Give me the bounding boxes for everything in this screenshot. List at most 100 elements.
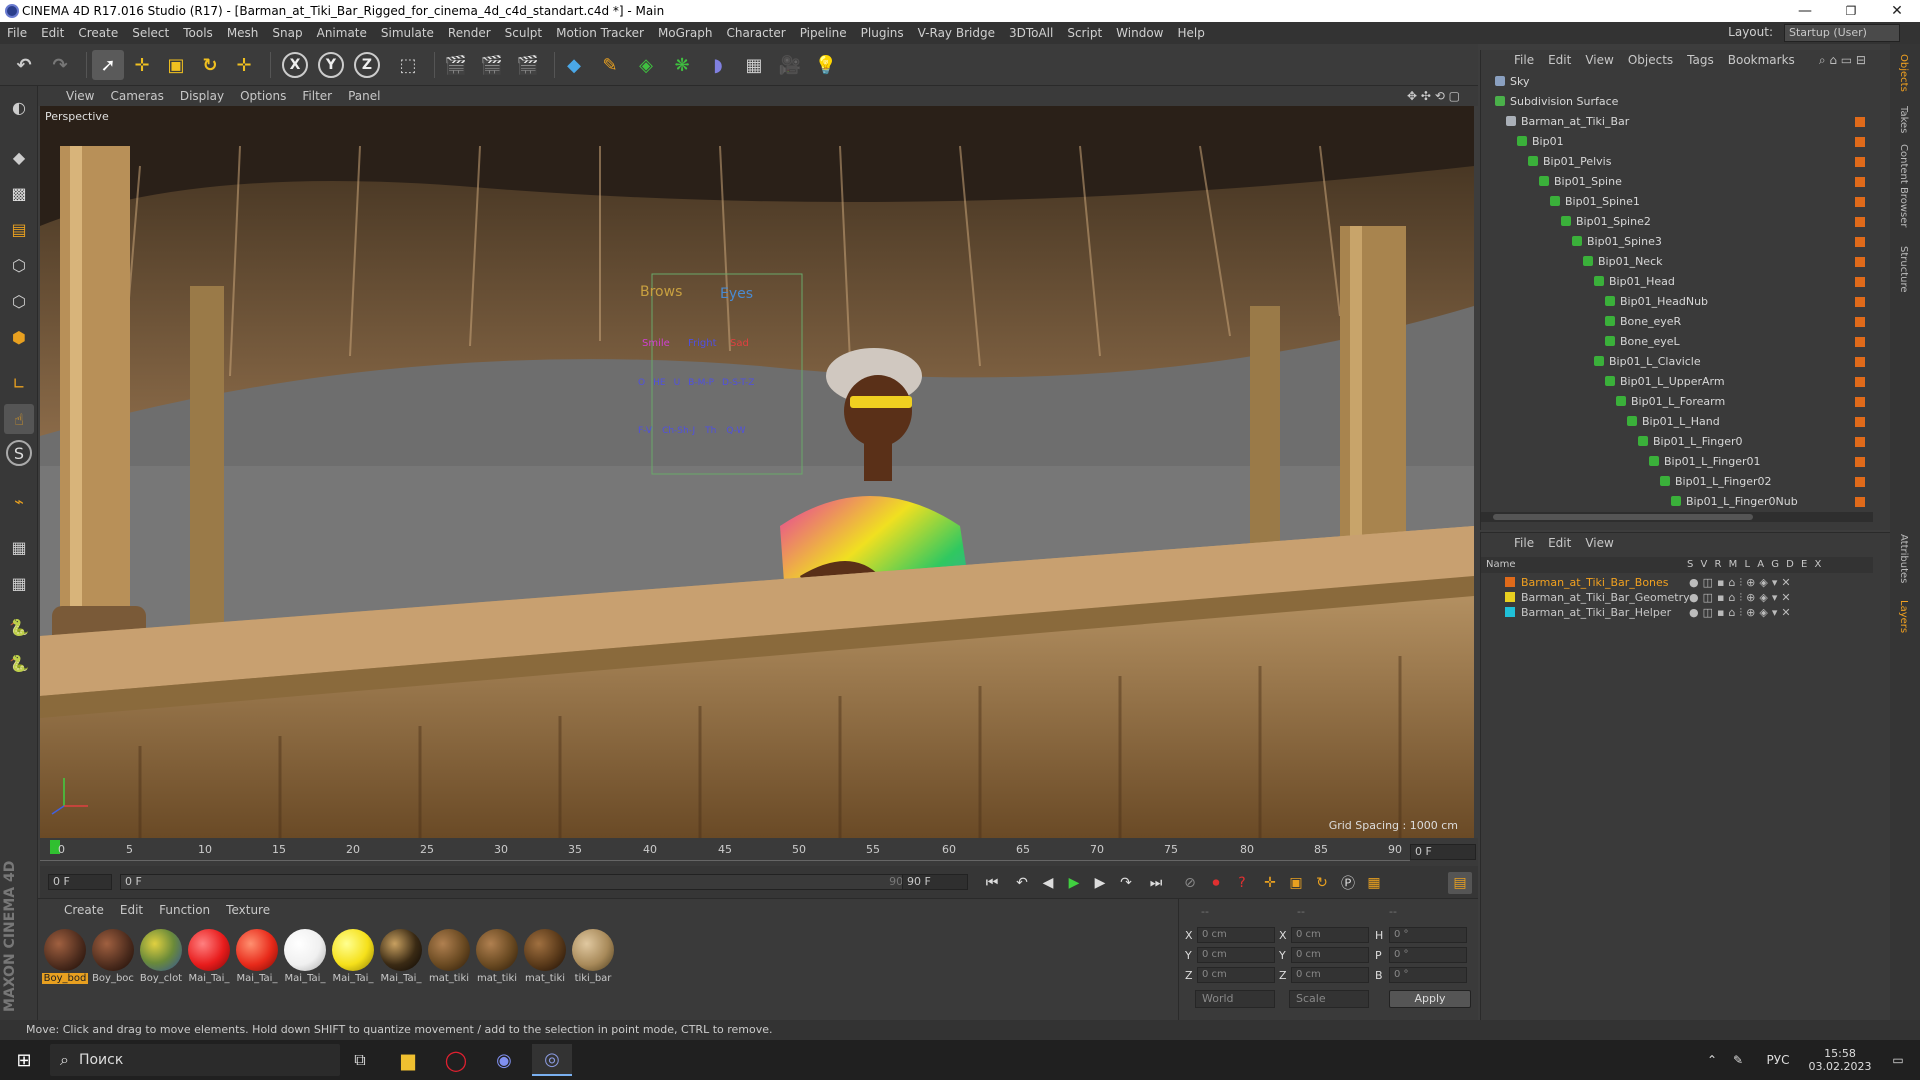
frame-range-slider[interactable]: 0 F 90 F — [120, 874, 920, 890]
object-tag-icon[interactable] — [1855, 257, 1865, 267]
opera-icon[interactable]: ◯ — [436, 1044, 476, 1076]
material-swatch[interactable]: Boy_boc — [90, 929, 136, 991]
layer-toggle-icons[interactable]: ●◫▪⌂⫶⊕◈▾✕ — [1689, 605, 1795, 620]
material-swatch[interactable]: tiki_bar — [570, 929, 616, 991]
key-scale-icon[interactable]: ▣ — [1284, 872, 1308, 894]
object-tag-icon[interactable] — [1855, 477, 1865, 487]
coord-position-y[interactable]: 0 cm — [1197, 947, 1275, 963]
object-tag-icon[interactable] — [1855, 397, 1865, 407]
layer-menu-edit[interactable]: Edit — [1541, 536, 1578, 550]
polygons-mode-icon[interactable]: ⬢ — [4, 322, 34, 352]
texture-mode-icon[interactable]: ▩ — [4, 178, 34, 208]
coordinate-system-icon[interactable]: ⬚ — [392, 50, 424, 80]
material-swatch[interactable]: Mai_Tai_ — [186, 929, 232, 991]
material-swatch[interactable]: Mai_Tai_ — [282, 929, 328, 991]
menu-file[interactable]: File — [0, 26, 34, 40]
key-rotation-icon[interactable]: ↻ — [1310, 872, 1334, 894]
timeline-ruler[interactable]: 0 5 10 15 20 25 30 35 40 45 50 55 60 65 … — [40, 838, 1478, 866]
light-icon[interactable]: 💡 — [810, 50, 842, 80]
object-row[interactable]: Sky — [1481, 72, 1873, 92]
end-frame-field[interactable]: 90 F — [902, 874, 968, 890]
viewport-menu-options[interactable]: Options — [232, 89, 294, 103]
autokey-icon[interactable]: ? — [1230, 872, 1254, 894]
object-row[interactable]: Bip01_Pelvis — [1481, 152, 1873, 172]
object-row[interactable]: Bip01_L_Finger0Nub — [1481, 492, 1873, 512]
live-selection-icon[interactable]: ➚ — [92, 50, 124, 80]
coord-size-y[interactable]: 0 cm — [1291, 947, 1369, 963]
menu-tools[interactable]: Tools — [176, 26, 220, 40]
viewport-menu-display[interactable]: Display — [172, 89, 232, 103]
render-picture-viewer-icon[interactable]: 🎬 — [476, 50, 508, 80]
object-tag-icon[interactable] — [1855, 377, 1865, 387]
object-row[interactable]: Bip01_L_Clavicle — [1481, 352, 1873, 372]
material-menu-texture[interactable]: Texture — [218, 903, 278, 917]
pen-spline-icon[interactable]: ✎ — [594, 50, 626, 80]
viewport-menu-filter[interactable]: Filter — [294, 89, 340, 103]
layer-row[interactable]: Barman_at_Tiki_Bar_Geometry ●◫▪⌂⫶⊕◈▾✕ — [1481, 590, 1873, 605]
points-mode-icon[interactable]: ⬡ — [4, 250, 34, 280]
edges-mode-icon[interactable]: ⬡ — [4, 286, 34, 316]
object-menu-file[interactable]: File — [1507, 53, 1541, 67]
object-row[interactable]: Bip01_Head — [1481, 272, 1873, 292]
record-icon[interactable]: ⏺ — [1204, 872, 1228, 894]
tab-structure[interactable]: Structure — [1898, 246, 1909, 293]
coord-position-x[interactable]: 0 cm — [1197, 927, 1275, 943]
coord-size-z[interactable]: 0 cm — [1291, 967, 1369, 983]
material-swatch[interactable]: Boy_bod — [42, 929, 88, 991]
object-row[interactable]: Bip01_Spine2 — [1481, 212, 1873, 232]
layer-menu-view[interactable]: View — [1578, 536, 1620, 550]
layer-toggle-icons[interactable]: ●◫▪⌂⫶⊕◈▾✕ — [1689, 575, 1795, 590]
cinema4d-taskbar-icon[interactable]: ◎ — [532, 1044, 572, 1076]
object-tag-icon[interactable] — [1855, 337, 1865, 347]
make-editable-icon[interactable]: ◐ — [4, 92, 34, 122]
menu-render[interactable]: Render — [441, 26, 498, 40]
layer-color-swatch[interactable] — [1505, 607, 1515, 617]
menu-motion-tracker[interactable]: Motion Tracker — [549, 26, 651, 40]
menu-animate[interactable]: Animate — [310, 26, 374, 40]
coord-mode-select[interactable]: World — [1195, 990, 1275, 1008]
model-mode-icon[interactable]: ◆ — [4, 142, 34, 172]
coord-position-z[interactable]: 0 cm — [1197, 967, 1275, 983]
move-icon[interactable]: ✛ — [126, 50, 158, 80]
key-pla-icon[interactable]: ▦ — [1362, 872, 1386, 894]
object-row[interactable]: Bip01_L_Finger01 — [1481, 452, 1873, 472]
pen-icon[interactable]: ✎ — [1726, 1044, 1750, 1076]
object-search-icon[interactable]: ⌕ ⌂ ▭ ⊟ — [1812, 53, 1873, 68]
goto-start-icon[interactable]: ⏮ — [980, 872, 1004, 894]
object-tag-icon[interactable] — [1855, 177, 1865, 187]
y-axis-lock-icon[interactable]: Y — [318, 52, 344, 78]
object-row[interactable]: Bip01_Spine3 — [1481, 232, 1873, 252]
z-axis-lock-icon[interactable]: Z — [354, 52, 380, 78]
file-explorer-icon[interactable]: ▆ — [388, 1044, 428, 1076]
render-view-icon[interactable]: 🎬 — [440, 50, 472, 80]
next-frame-icon[interactable]: ▶ — [1088, 872, 1112, 894]
material-swatch[interactable]: Mai_Tai_ — [330, 929, 376, 991]
coord-size-x[interactable]: 0 cm — [1291, 927, 1369, 943]
floor-icon[interactable]: ▦ — [738, 50, 770, 80]
object-row[interactable]: Bip01_L_Forearm — [1481, 392, 1873, 412]
subdivision-surface-icon[interactable]: ◈ — [630, 50, 662, 80]
object-tag-icon[interactable] — [1855, 137, 1865, 147]
layer-color-swatch[interactable] — [1505, 577, 1515, 587]
task-view-icon[interactable]: ⧉ — [340, 1044, 380, 1076]
layer-row[interactable]: Barman_at_Tiki_Bar_Helper ●◫▪⌂⫶⊕◈▾✕ — [1481, 605, 1873, 620]
workplane-icon[interactable]: ▤ — [4, 214, 34, 244]
object-row[interactable]: Bip01_L_Finger02 — [1481, 472, 1873, 492]
menu-plugins[interactable]: Plugins — [854, 26, 911, 40]
viewport-menu-view[interactable]: View — [38, 89, 102, 103]
workplane-lock-icon[interactable]: ▦ — [4, 532, 34, 562]
object-scrollbar[interactable] — [1481, 512, 1873, 522]
tweak-mode-icon[interactable]: ☝ — [4, 404, 34, 434]
object-tag-icon[interactable] — [1855, 197, 1865, 207]
deformer-icon[interactable]: ◗ — [702, 50, 734, 80]
key-position-icon[interactable]: ✛ — [1258, 872, 1282, 894]
object-row[interactable]: Bone_eyeL — [1481, 332, 1873, 352]
3d-viewport[interactable]: Perspective Brows Eyes Smile Fright Sad … — [40, 106, 1474, 838]
taskbar-search[interactable]: ⌕ Поиск — [50, 1044, 340, 1076]
magnet-icon[interactable]: ⌁ — [4, 486, 34, 516]
object-row[interactable]: Bip01_L_UpperArm — [1481, 372, 1873, 392]
menu-pipeline[interactable]: Pipeline — [793, 26, 854, 40]
redo-icon[interactable]: ↷ — [44, 50, 76, 80]
object-tag-icon[interactable] — [1855, 317, 1865, 327]
rotate-icon[interactable]: ↻ — [194, 50, 226, 80]
